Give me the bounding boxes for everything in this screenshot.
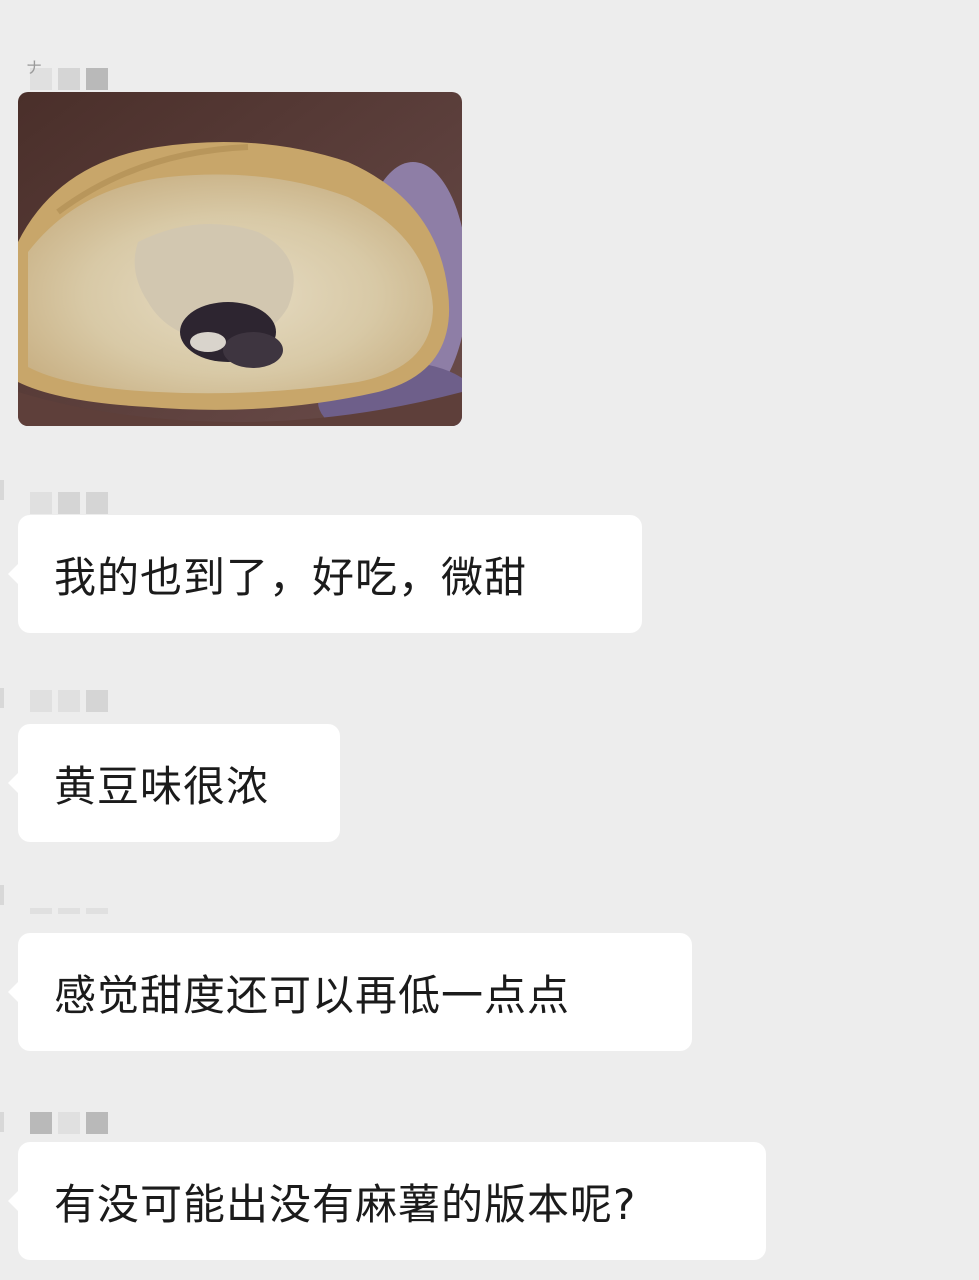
blur-block: [86, 492, 108, 514]
bread-photo-message[interactable]: [18, 92, 462, 426]
blur-block: [30, 1112, 52, 1134]
blur-block: [86, 908, 108, 914]
blur-block: [58, 492, 80, 514]
blur-block: [86, 1112, 108, 1134]
blur-block: [58, 908, 80, 914]
sender-name-blurred: [30, 490, 108, 516]
message-text: 感觉甜度还可以再低一点点: [54, 970, 571, 1020]
blur-block: [86, 68, 108, 90]
blur-block: [30, 908, 52, 914]
blur-block: [58, 68, 80, 90]
blur-block: [30, 690, 52, 712]
blur-block: [58, 690, 80, 712]
message-bubble[interactable]: 我的也到了，好吃，微甜: [8, 515, 642, 633]
edge-mark: [0, 885, 4, 905]
sender-name-blurred: [30, 898, 108, 924]
message-text: 有没可能出没有麻薯的版本呢?: [54, 1179, 637, 1229]
edge-mark: [0, 688, 4, 708]
message-bubble[interactable]: 黄豆味很浓: [8, 724, 340, 842]
message-text: 黄豆味很浓: [54, 761, 270, 811]
sender-name-blurred: [30, 1110, 108, 1136]
blur-block: [58, 1112, 80, 1134]
edge-mark: [0, 1112, 4, 1132]
sender-name-blurred: [30, 688, 108, 714]
bread-photo-image: [18, 92, 462, 426]
edge-mark: [0, 480, 4, 500]
message-text: 我的也到了，好吃，微甜: [54, 552, 528, 602]
message-bubble[interactable]: 感觉甜度还可以再低一点点: [8, 933, 692, 1051]
blur-block: [30, 492, 52, 514]
sender-name-blurred: ナ: [26, 58, 108, 92]
blur-block: [86, 690, 108, 712]
message-bubble[interactable]: 有没可能出没有麻薯的版本呢?: [8, 1142, 766, 1260]
sender-initial: ナ: [26, 58, 43, 77]
